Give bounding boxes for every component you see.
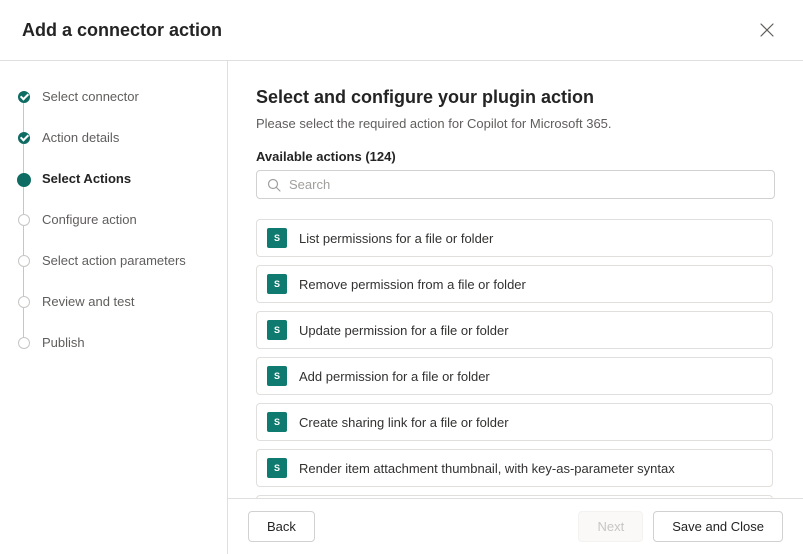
step-label: Review and test [42,294,135,309]
step-select-actions[interactable]: Select Actions [18,171,215,212]
search-icon [267,178,281,192]
close-icon [760,23,774,37]
back-button[interactable]: Back [248,511,315,542]
step-label: Select Actions [42,171,131,186]
sharepoint-icon: S [267,458,287,478]
step-review-and-test[interactable]: Review and test [18,294,215,335]
dialog-body: Select connector Action details Select A… [0,61,803,554]
step-marker-icon [18,296,30,308]
page-subtitle: Please select the required action for Co… [256,116,775,131]
next-button[interactable]: Next [578,511,643,542]
step-publish[interactable]: Publish [18,335,215,376]
dialog-title: Add a connector action [22,20,222,41]
save-and-close-button[interactable]: Save and Close [653,511,783,542]
sharepoint-icon: S [267,366,287,386]
action-label: Create sharing link for a file or folder [299,415,509,430]
steps-sidebar: Select connector Action details Select A… [0,61,228,554]
sharepoint-icon: S [267,274,287,294]
step-marker-icon [18,214,30,226]
footer-right-group: Next Save and Close [578,511,783,542]
action-item[interactable]: S Create sharing link for a file or fold… [256,403,773,441]
step-marker-icon [18,91,30,103]
step-action-details[interactable]: Action details [18,130,215,171]
sharepoint-icon: S [267,320,287,340]
action-label: Remove permission from a file or folder [299,277,526,292]
step-marker-icon [18,255,30,267]
step-label: Publish [42,335,85,350]
main-panel: Select and configure your plugin action … [228,61,803,554]
action-label: Update permission for a file or folder [299,323,509,338]
action-label: Add permission for a file or folder [299,369,490,384]
available-actions-label: Available actions (124) [256,149,775,164]
sharepoint-icon: S [267,228,287,248]
dialog-header: Add a connector action [0,0,803,61]
page-title: Select and configure your plugin action [256,87,775,108]
action-item[interactable]: S Render item attachment thumbnail, with… [256,449,773,487]
action-item[interactable]: S Add permission for a file or folder [256,357,773,395]
close-button[interactable] [755,18,779,42]
sharepoint-icon: S [267,412,287,432]
step-label: Configure action [42,212,137,227]
actions-list[interactable]: S List permissions for a file or folder … [256,219,775,498]
step-marker-icon [18,337,30,349]
action-item[interactable]: S List permissions for a file or folder [256,219,773,257]
steps-list: Select connector Action details Select A… [18,89,215,376]
search-input[interactable] [289,177,764,192]
step-marker-icon [18,132,30,144]
action-label: Render item attachment thumbnail, with k… [299,461,675,476]
step-select-connector[interactable]: Select connector [18,89,215,130]
step-select-action-parameters[interactable]: Select action parameters [18,253,215,294]
step-configure-action[interactable]: Configure action [18,212,215,253]
step-label: Select connector [42,89,139,104]
step-marker-icon [17,173,31,187]
content-area: Select and configure your plugin action … [228,61,803,498]
step-label: Action details [42,130,119,145]
action-item[interactable]: S Remove permission from a file or folde… [256,265,773,303]
search-box[interactable] [256,170,775,199]
action-item[interactable]: S Update permission for a file or folder [256,311,773,349]
action-label: List permissions for a file or folder [299,231,493,246]
step-label: Select action parameters [42,253,186,268]
dialog-footer: Back Next Save and Close [228,498,803,554]
